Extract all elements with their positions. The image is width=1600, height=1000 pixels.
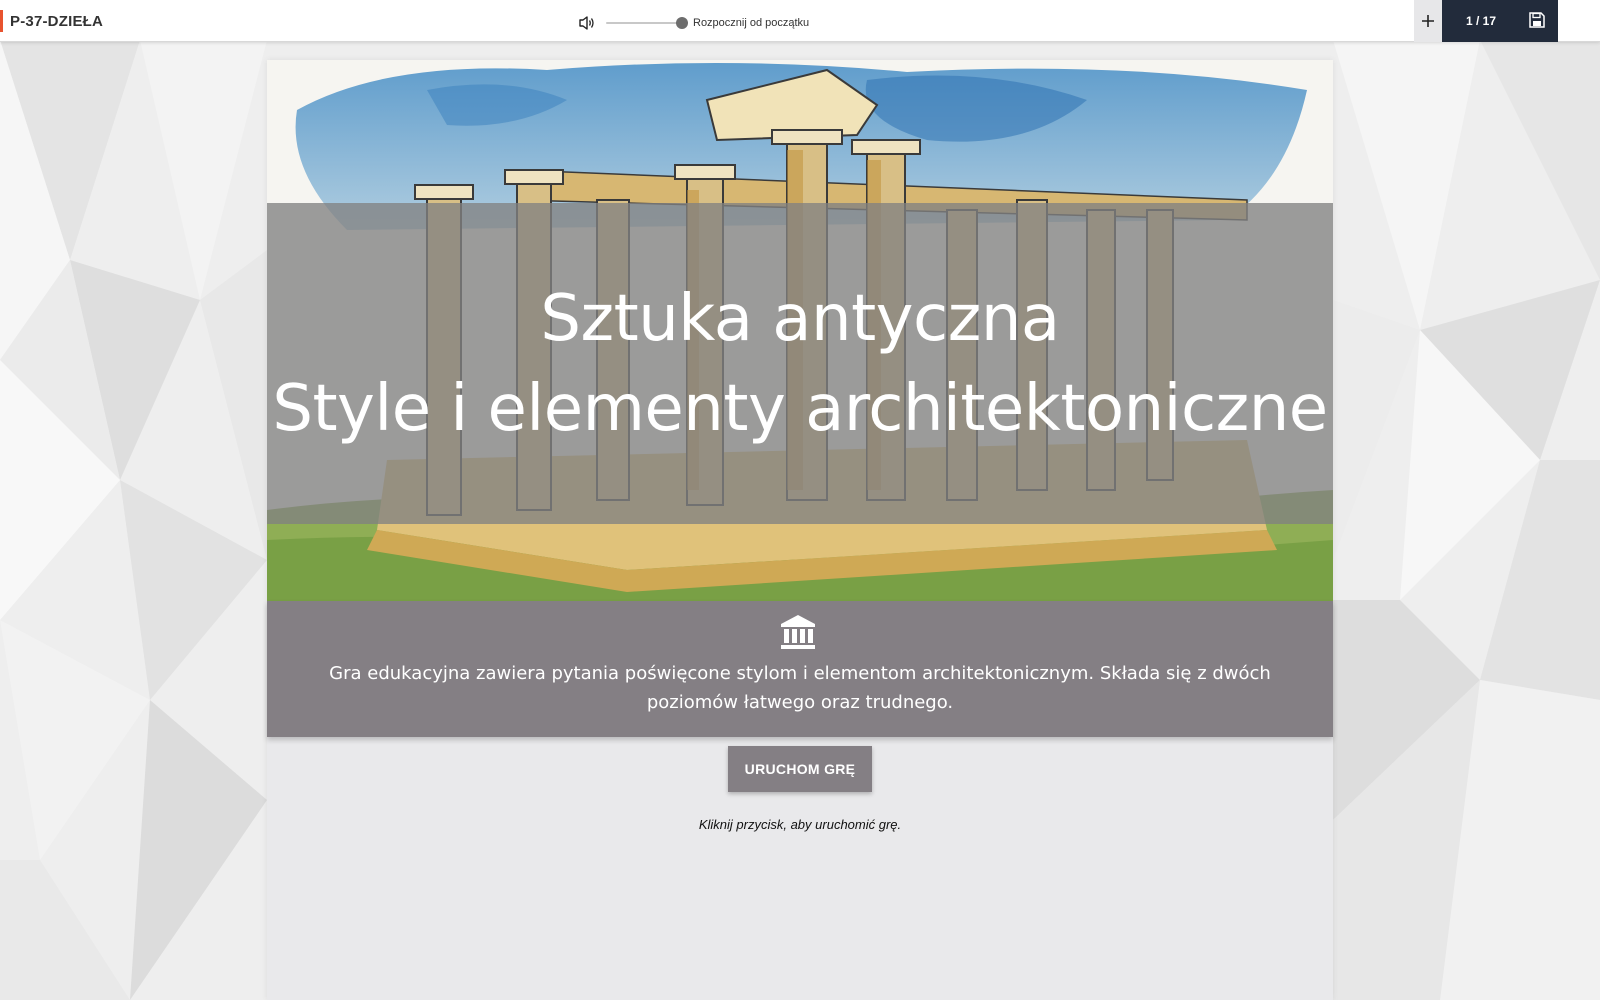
accent-strip [0,10,3,32]
slide-title: Sztuka antyczna [540,281,1060,356]
audio-controls: Rozpocznij od początku [578,13,809,33]
start-game-button[interactable]: URUCHOM GRĘ [728,746,872,792]
top-bar: P-37-DZIEŁA Rozpocznij od początku 1 / 1… [0,0,1600,42]
page-counter: 1 / 17 [1466,14,1497,28]
start-hint: Kliknij przycisk, aby uruchomić grę. [698,817,902,832]
title-overlay: Sztuka antyczna Style i elementy archite… [267,203,1333,524]
description-band: Gra edukacyjna zawiera pytania poświęcon… [267,601,1333,737]
volume-slider-thumb[interactable] [676,17,688,29]
hero-image: Sztuka antyczna Style i elementy archite… [267,60,1333,601]
page-indicator: 1 / 17 [1442,0,1558,42]
slide-subtitle: Style i elementy architektoniczne [272,371,1328,446]
plus-icon [1422,15,1434,27]
floppy-disk-icon[interactable] [1528,11,1546,29]
add-button[interactable] [1414,0,1442,42]
museum-icon [781,615,815,649]
restart-link[interactable]: Rozpocznij od początku [693,17,809,29]
volume-slider[interactable] [606,17,688,29]
app-title: P-37-DZIEŁA [10,13,104,30]
speaker-icon[interactable] [578,14,596,32]
game-card: Sztuka antyczna Style i elementy archite… [267,60,1333,1000]
game-description: Gra edukacyjna zawiera pytania poświęcon… [329,663,1271,713]
